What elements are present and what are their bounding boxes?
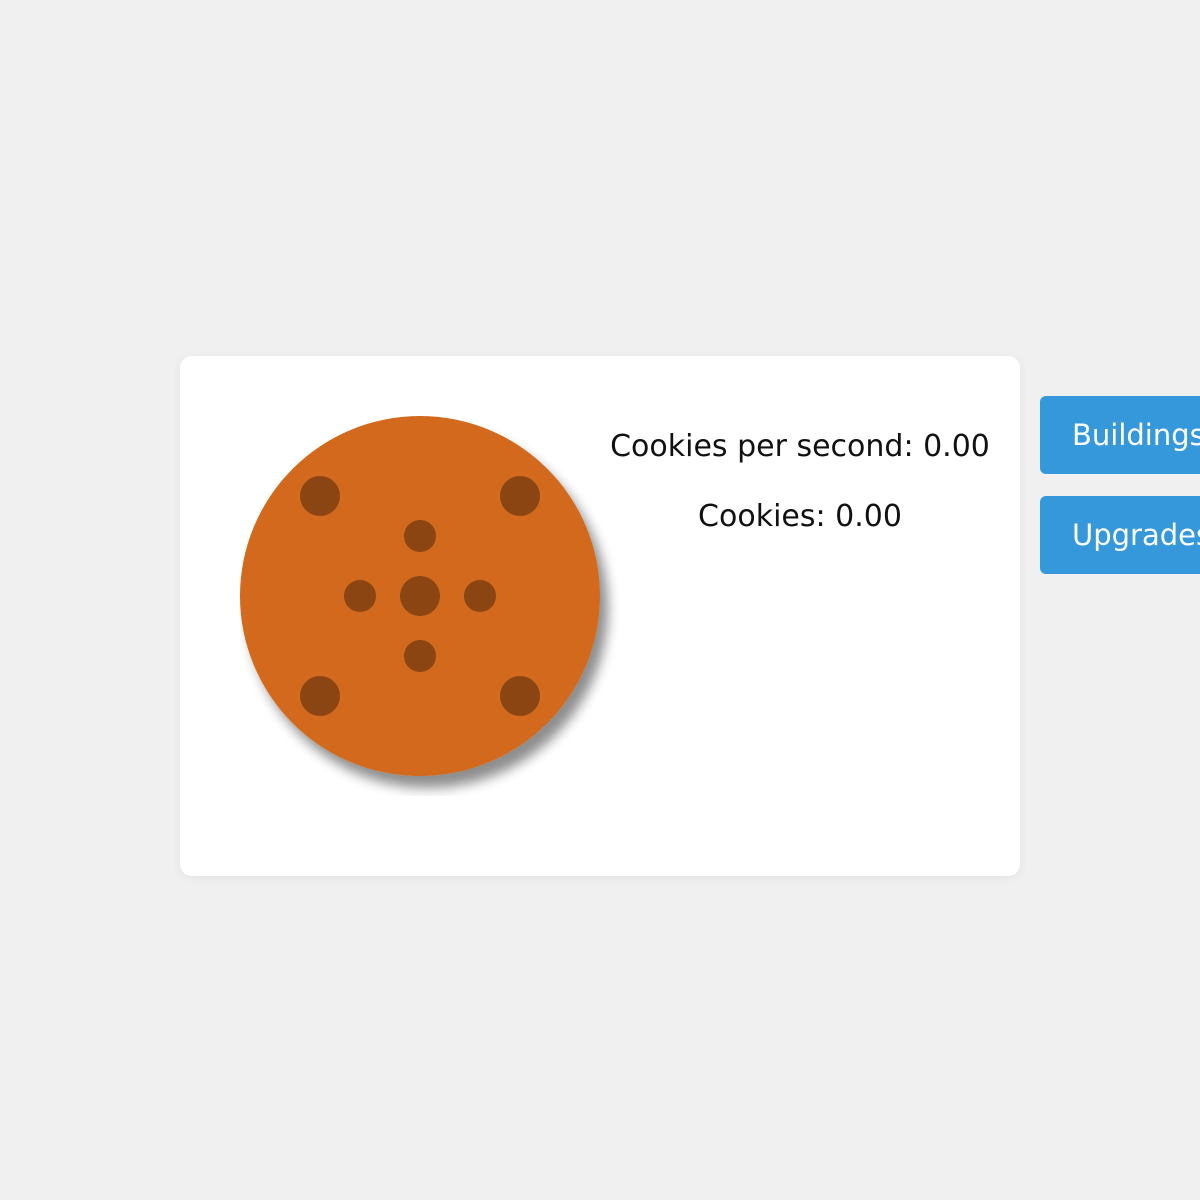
cookie-icon[interactable] [240, 416, 620, 796]
game-page: Cookies per second: 0.00 Cookies: 0.00 B… [0, 0, 1200, 1200]
chocolate-chip [404, 640, 436, 672]
cookies-per-second-text: Cookies per second: 0.00 [610, 429, 990, 464]
buildings-button[interactable]: Buildings [1040, 396, 1200, 474]
big-cookie-button[interactable] [240, 416, 620, 796]
chocolate-chip [300, 676, 340, 716]
chocolate-chip [500, 676, 540, 716]
upgrades-button[interactable]: Upgrades [1040, 496, 1200, 574]
chocolate-chip [344, 580, 376, 612]
chocolate-chip [464, 580, 496, 612]
chocolate-chip [400, 576, 440, 616]
game-card: Cookies per second: 0.00 Cookies: 0.00 [180, 356, 1020, 876]
chocolate-chip [404, 520, 436, 552]
chocolate-chip [300, 476, 340, 516]
cookie-count-text: Cookies: 0.00 [698, 499, 902, 534]
stats-panel: Cookies per second: 0.00 Cookies: 0.00 [600, 424, 1000, 564]
chocolate-chip [500, 476, 540, 516]
